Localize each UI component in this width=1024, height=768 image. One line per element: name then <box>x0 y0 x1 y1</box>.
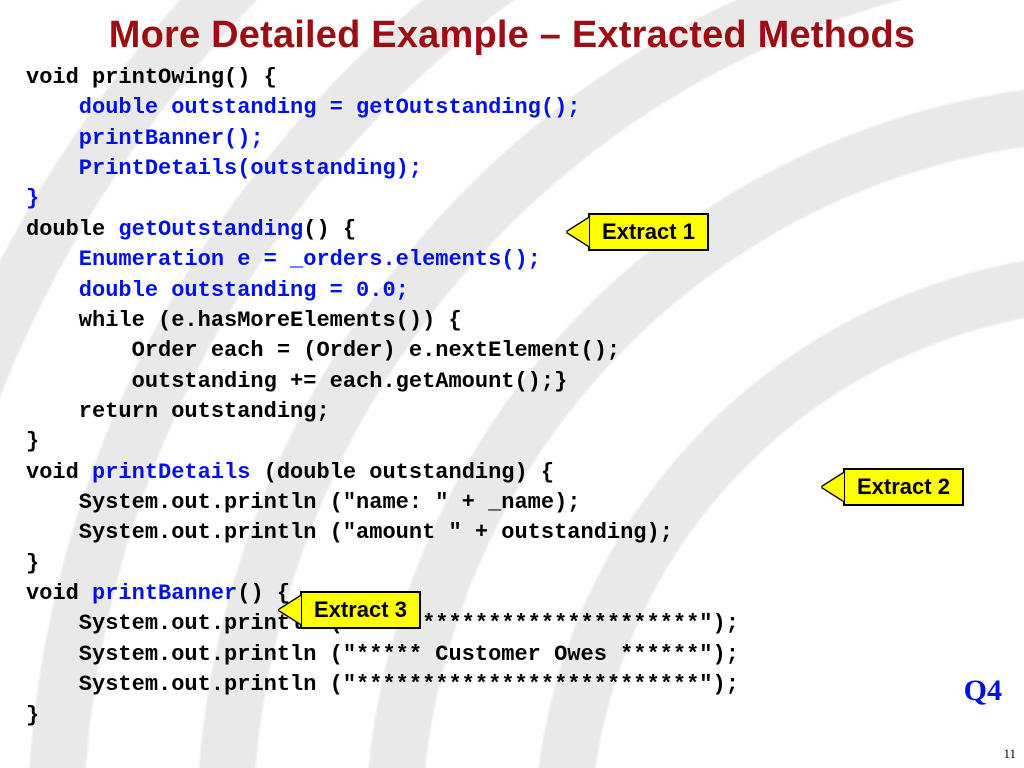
code-line: } <box>26 703 39 728</box>
arrow-left-icon <box>279 596 301 624</box>
code-block: void printOwing() { double outstanding =… <box>0 63 1024 731</box>
code-line: System.out.println ("***** Customer Owes… <box>26 642 739 667</box>
code-line: printBanner(); <box>26 126 264 151</box>
code-line: double outstanding = getOutstanding(); <box>26 95 581 120</box>
callout-label: Extract 2 <box>843 468 964 506</box>
code-line: Enumeration e = _orders.elements(); <box>26 247 541 272</box>
code-line: while (e.hasMoreElements()) { <box>26 308 462 333</box>
code-line: outstanding += each.getAmount();} <box>26 369 567 394</box>
method-name: getOutstanding <box>118 217 303 242</box>
code-line: void <box>26 460 92 485</box>
code-line: (double outstanding) { <box>250 460 554 485</box>
method-name: printBanner <box>92 581 237 606</box>
code-line: } <box>26 551 39 576</box>
callout-extract-3: Extract 3 <box>279 591 421 629</box>
code-line: return outstanding; <box>26 399 330 424</box>
code-line: PrintDetails(outstanding); <box>26 156 422 181</box>
code-line: System.out.println ("name: " + _name); <box>26 490 581 515</box>
callout-label: Extract 1 <box>588 213 709 251</box>
code-line: void <box>26 581 92 606</box>
code-line: Order each = (Order) e.nextElement(); <box>26 338 620 363</box>
callout-label: Extract 3 <box>300 591 421 629</box>
page-number: 11 <box>1003 746 1016 762</box>
arrow-left-icon <box>567 218 589 246</box>
callout-extract-2: Extract 2 <box>822 468 964 506</box>
method-name: printDetails <box>92 460 250 485</box>
code-line: double <box>26 217 118 242</box>
code-line: void printOwing() { <box>26 65 277 90</box>
arrow-left-icon <box>822 473 844 501</box>
slide-title: More Detailed Example – Extracted Method… <box>0 0 1024 63</box>
callout-extract-1: Extract 1 <box>567 213 709 251</box>
code-line: } <box>26 186 39 211</box>
code-line: } <box>26 429 39 454</box>
code-line: System.out.println ("amount " + outstand… <box>26 520 673 545</box>
code-line: double outstanding = 0.0; <box>26 278 409 303</box>
question-number: Q4 <box>964 674 1002 708</box>
code-line: System.out.println ("*******************… <box>26 672 739 697</box>
code-line: () { <box>303 217 356 242</box>
